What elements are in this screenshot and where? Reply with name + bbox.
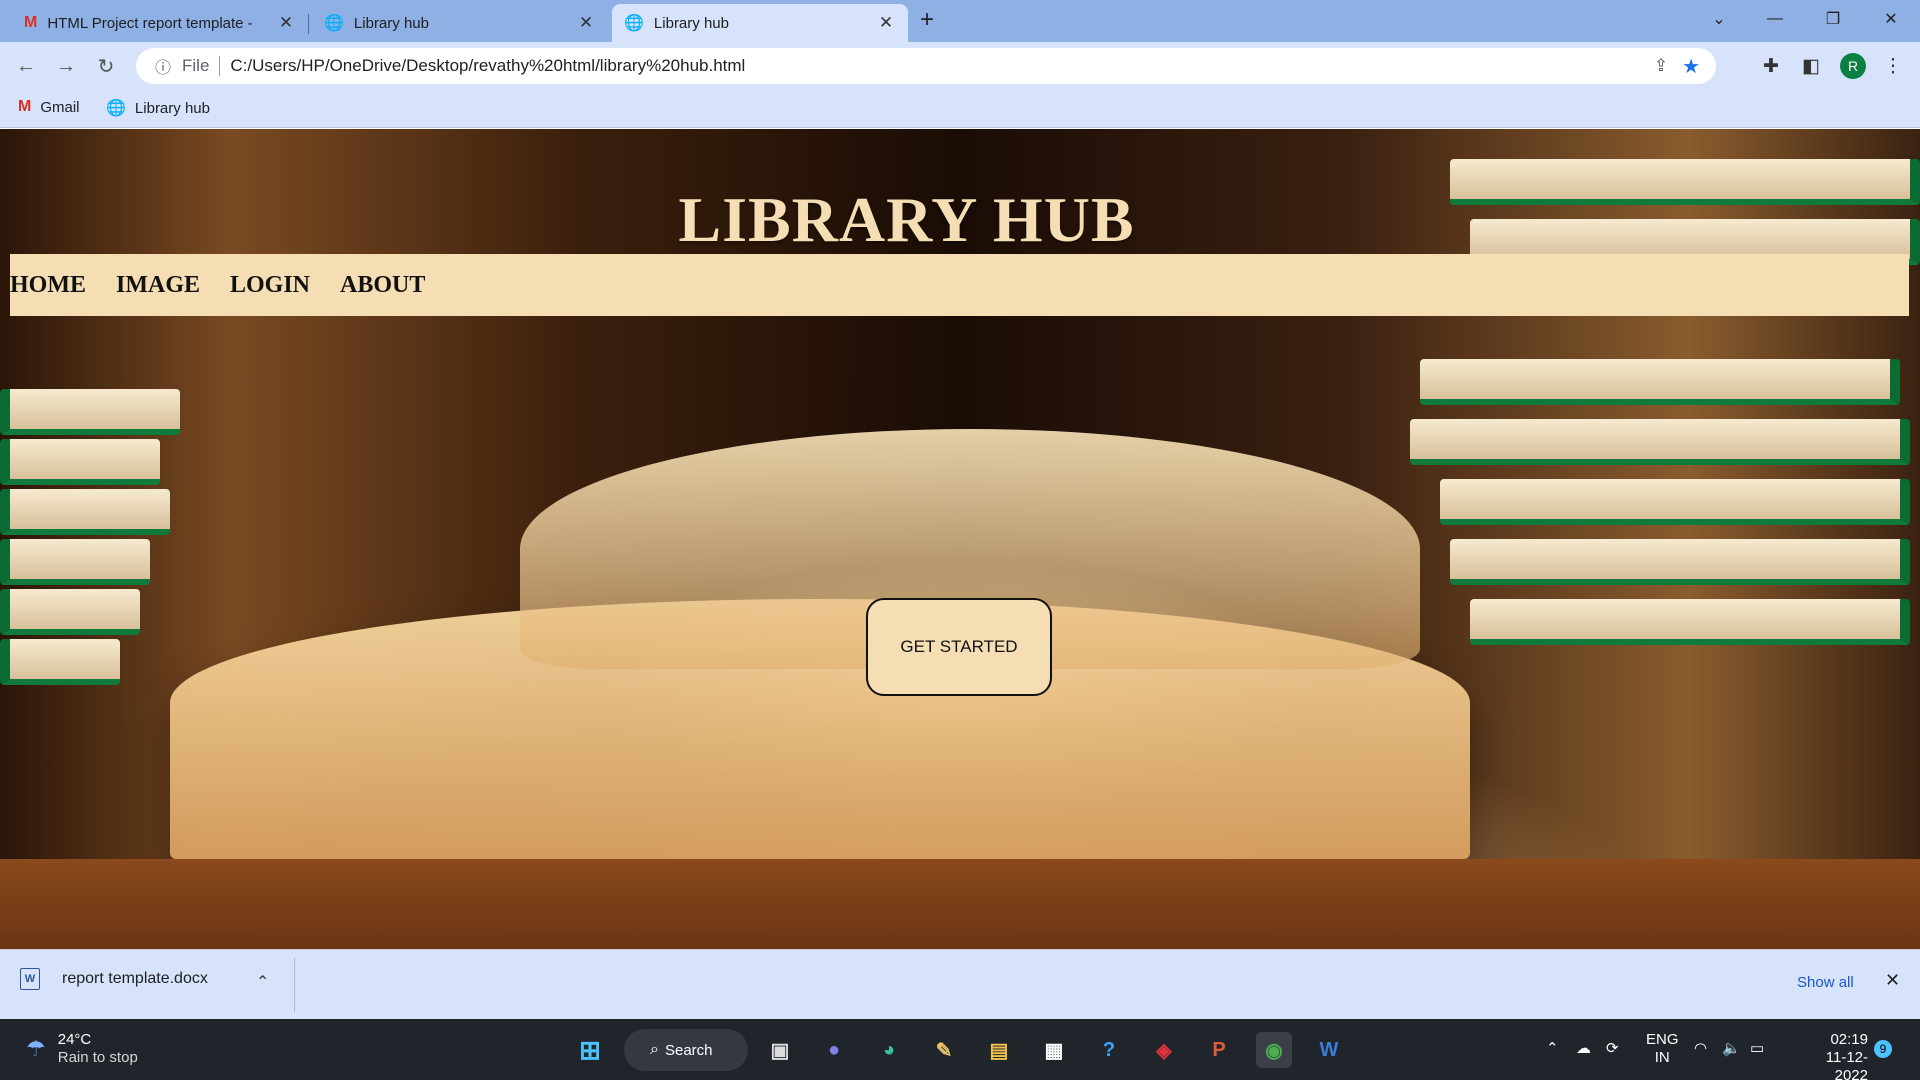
close-window-button[interactable]: ✕ — [1868, 0, 1914, 38]
tab-title: Library hub — [653, 14, 729, 32]
new-tab-button[interactable]: + — [920, 6, 934, 34]
battery-icon[interactable]: ▭ — [1750, 1039, 1764, 1057]
chrome-icon[interactable]: ◉ — [1256, 1032, 1292, 1068]
bookmark-label: Library hub — [134, 99, 210, 117]
help-icon[interactable]: ? — [1091, 1032, 1127, 1068]
gmail-icon: M — [18, 98, 32, 115]
minimize-button[interactable]: — — [1752, 0, 1798, 38]
scheme-label: File — [182, 56, 210, 75]
globe-icon: 🌐 — [106, 100, 126, 117]
weather-widget[interactable]: ☂ 24°C Rain to stop — [26, 1031, 138, 1067]
task-view-icon[interactable]: ▣ — [762, 1032, 798, 1068]
reload-button[interactable]: ↻ — [90, 50, 122, 82]
onedrive-cloud-icon[interactable]: ☁ — [1576, 1039, 1591, 1057]
globe-icon: 🌐 — [624, 15, 644, 32]
microsoft-store-icon[interactable]: ▦ — [1036, 1032, 1072, 1068]
bookmark-library-hub[interactable]: 🌐 Library hub — [106, 98, 210, 118]
tab-divider — [308, 14, 309, 34]
clock[interactable]: 02:19 11-12-2022 — [1794, 1031, 1868, 1085]
mcafee-icon[interactable]: ◈ — [1146, 1032, 1182, 1068]
language-indicator[interactable]: ENG IN — [1646, 1031, 1679, 1067]
bookmark-label: Gmail — [40, 98, 80, 116]
sync-icon[interactable]: ⟳ — [1606, 1039, 1619, 1057]
weather-desc: Rain to stop — [57, 1049, 138, 1066]
volume-icon[interactable]: 🔈 — [1722, 1039, 1741, 1057]
close-icon[interactable]: ✕ — [1885, 970, 1900, 991]
bookmark-gmail[interactable]: M Gmail — [18, 98, 80, 116]
address-bar[interactable]: ⓘ File C:/Users/HP/OneDrive/Desktop/reva… — [136, 48, 1716, 84]
tab-strip: M HTML Project report template - ✕ 🌐 Lib… — [0, 0, 1920, 42]
region-label: IN — [1654, 1049, 1670, 1066]
download-filename: report template.docx — [62, 970, 208, 987]
back-button[interactable]: ← — [10, 50, 42, 82]
taskbar-search[interactable]: ⌕ Search — [624, 1029, 748, 1071]
powerpoint-icon[interactable]: P — [1201, 1032, 1237, 1068]
close-icon[interactable]: ✕ — [276, 13, 296, 33]
show-all-link[interactable]: Show all — [1797, 974, 1854, 991]
extensions-icon[interactable]: ✚ — [1754, 50, 1788, 82]
tab-title: Library hub — [353, 14, 429, 32]
windows-taskbar: ☂ 24°C Rain to stop ⊞ ⌕ Search ▣ ● ◕ ✎ ▤… — [0, 1019, 1920, 1084]
tab-search-chevron-icon[interactable]: ⌄ — [1696, 0, 1742, 38]
address-divider — [219, 56, 221, 76]
edge-icon[interactable]: ◕ — [871, 1032, 907, 1068]
tab-library-hub-active[interactable]: 🌐 Library hub ✕ — [612, 4, 908, 42]
tab-library-hub[interactable]: 🌐 Library hub ✕ — [312, 4, 608, 42]
word-doc-icon: W — [20, 968, 40, 990]
nav-login[interactable]: LOGIN — [230, 272, 310, 299]
notification-badge[interactable]: 9 — [1874, 1040, 1892, 1058]
chevron-up-icon[interactable]: ⌃ — [1546, 1039, 1559, 1057]
forward-button[interactable]: → — [50, 50, 82, 82]
main-nav: HOME IMAGE LOGIN ABOUT — [10, 254, 1909, 316]
table-surface — [0, 859, 1920, 949]
notepad-icon[interactable]: ✎ — [926, 1032, 962, 1068]
lang-label: ENG — [1646, 1031, 1679, 1048]
library-hub-page: LIBRARY HUB HOME IMAGE LOGIN ABOUT GET S… — [0, 129, 1920, 949]
gmail-icon: M — [24, 14, 38, 31]
chevron-up-icon[interactable]: ⌃ — [256, 972, 269, 992]
url-text[interactable]: C:/Users/HP/OneDrive/Desktop/revathy%20h… — [230, 56, 745, 76]
download-item[interactable]: W report template.docx — [20, 968, 208, 990]
side-panel-icon[interactable]: ◧ — [1794, 50, 1828, 82]
tab-title: HTML Project report template - — [47, 14, 253, 32]
share-icon[interactable]: ⇪ — [1654, 56, 1668, 76]
bookmarks-bar: M Gmail 🌐 Library hub — [0, 90, 1920, 128]
info-icon[interactable]: ⓘ — [148, 54, 178, 78]
restore-button[interactable]: ❐ — [1810, 0, 1856, 38]
search-label: Search — [664, 1041, 713, 1059]
nav-about[interactable]: ABOUT — [340, 272, 425, 299]
menu-kebab-icon[interactable]: ⋮ — [1876, 50, 1910, 82]
search-icon: ⌕ — [650, 1041, 659, 1058]
close-icon[interactable]: ✕ — [876, 13, 896, 33]
tab-gmail-report[interactable]: M HTML Project report template - ✕ — [12, 4, 309, 42]
file-explorer-icon[interactable]: ▤ — [981, 1032, 1017, 1068]
globe-icon: 🌐 — [324, 15, 344, 32]
browser-toolbar: ← → ↻ ⓘ File C:/Users/HP/OneDrive/Deskto… — [0, 42, 1920, 90]
nav-home[interactable]: HOME — [10, 272, 86, 299]
rain-icon: ☂ — [26, 1036, 46, 1061]
teams-chat-icon[interactable]: ● — [816, 1032, 852, 1068]
bookmark-star-icon[interactable]: ★ — [1682, 54, 1700, 79]
time-label: 02:19 — [1830, 1031, 1868, 1048]
nav-image[interactable]: IMAGE — [116, 272, 200, 299]
avatar: R — [1840, 53, 1866, 79]
start-icon[interactable]: ⊞ — [572, 1032, 608, 1068]
close-icon[interactable]: ✕ — [576, 13, 596, 33]
page-title: LIBRARY HUB — [678, 184, 1135, 255]
get-started-button[interactable]: GET STARTED — [866, 598, 1052, 696]
weather-temp: 24°C — [57, 1031, 92, 1048]
download-divider — [294, 958, 295, 1012]
download-bar: W report template.docx ⌃ Show all ✕ — [0, 949, 1920, 1019]
wifi-icon[interactable]: ◠ — [1694, 1039, 1707, 1057]
word-icon[interactable]: W — [1311, 1032, 1347, 1068]
profile-avatar[interactable]: R — [1836, 50, 1870, 82]
